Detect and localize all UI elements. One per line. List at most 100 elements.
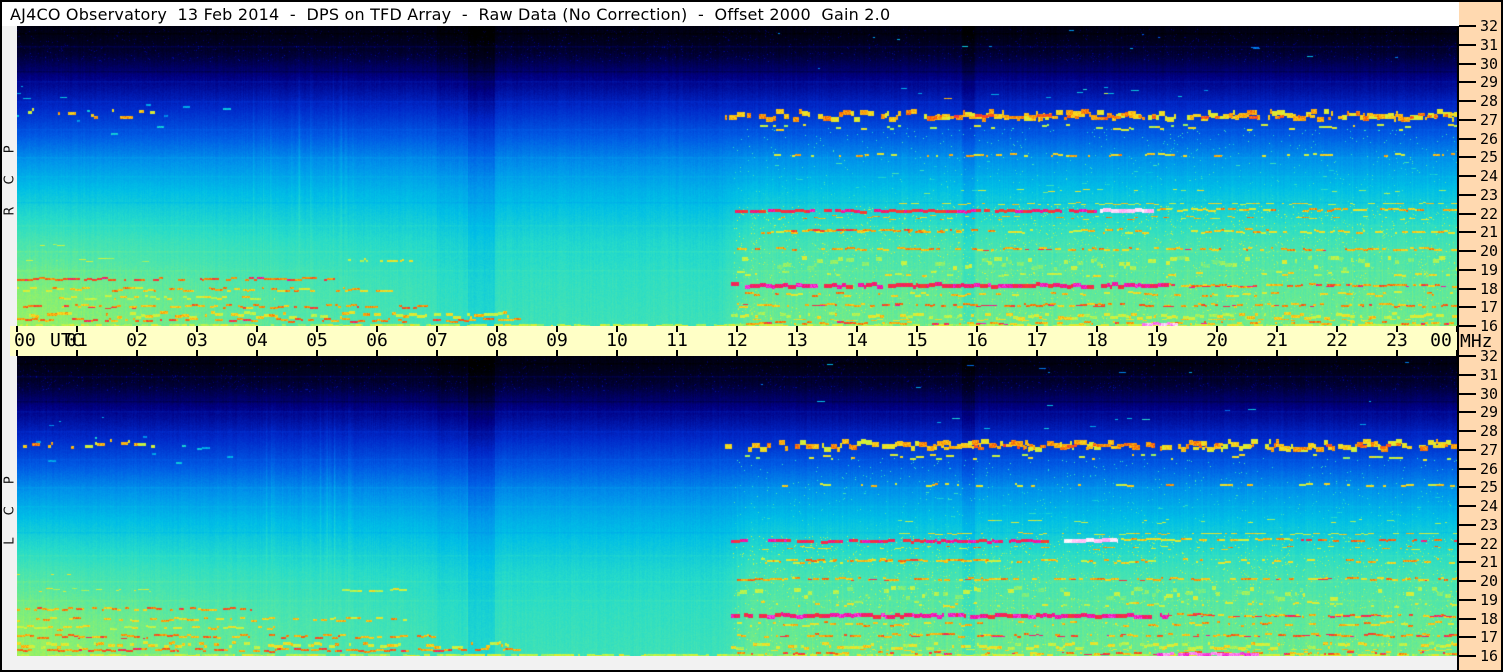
freq-label: 28 [1480, 92, 1499, 110]
freq-label: 24 [1480, 497, 1499, 515]
freq-label: 18 [1480, 279, 1499, 298]
title-bar: AJ4CO Observatory 13 Feb 2014 - DPS on T… [2, 2, 1459, 26]
hour-label: 02 [126, 330, 148, 351]
freq-tick [1459, 486, 1476, 489]
freq-label: 31 [1480, 35, 1499, 54]
freq-tick [1459, 580, 1476, 582]
hour-label: 17 [1026, 330, 1048, 351]
freq-tick [1459, 193, 1476, 196]
hour-label: 00 [14, 330, 36, 351]
freq-label: 17 [1480, 628, 1499, 647]
bottom-gutter [2, 656, 1457, 670]
freq-label: 24 [1480, 167, 1499, 185]
freq-label: 28 [1480, 422, 1499, 440]
freq-label: 25 [1480, 478, 1499, 497]
freq-label: 22 [1480, 204, 1499, 223]
hour-label: 06 [366, 330, 388, 351]
freq-label: 31 [1480, 365, 1499, 384]
hour-label: 23 [1386, 330, 1408, 351]
title-text: AJ4CO Observatory 13 Feb 2014 - DPS on T… [10, 5, 891, 24]
panel-label-rcp: R C P [2, 136, 18, 216]
freq-tick [1459, 430, 1476, 432]
freq-label: 21 [1480, 553, 1499, 572]
hour-label: 01 [66, 330, 88, 351]
spectrogram-panel-rcp [17, 26, 1457, 326]
freq-tick [1459, 523, 1476, 526]
hour-label: 09 [546, 330, 568, 351]
freq-label: 30 [1480, 54, 1499, 73]
panel-label-lcp: L C P [2, 467, 18, 545]
hour-label: 08 [486, 330, 508, 351]
hour-label: 04 [246, 330, 268, 351]
freq-label: 29 [1480, 403, 1499, 422]
freq-label: 19 [1480, 260, 1499, 279]
hour-label: 07 [426, 330, 448, 351]
freq-label: 26 [1480, 129, 1499, 148]
freq-label: 27 [1480, 440, 1499, 459]
freq-label: 20 [1480, 242, 1499, 260]
hour-label: 20 [1206, 330, 1228, 351]
freq-tick [1459, 156, 1476, 159]
freq-tick [1459, 118, 1476, 121]
freq-tick [1459, 636, 1476, 639]
spectrogram-panel-lcp [17, 356, 1457, 656]
freq-tick [1459, 448, 1476, 451]
freq-label: 25 [1480, 148, 1499, 167]
freq-tick [1459, 505, 1476, 507]
freq-label: 20 [1480, 572, 1499, 590]
freq-tick [1459, 81, 1476, 84]
freq-tick [1459, 250, 1476, 252]
time-axis: UTC 00 01 02 03 04 05 06 07 08 09 10 11 12 13 14 15 16 17… [10, 326, 1458, 356]
hour-label: 10 [606, 330, 628, 351]
freq-label: 18 [1480, 609, 1499, 628]
freq-label: 21 [1480, 223, 1499, 242]
hour-label: 15 [906, 330, 928, 351]
freq-tick [1459, 25, 1476, 27]
freq-label: 30 [1480, 384, 1499, 403]
freq-label: 17 [1480, 298, 1499, 317]
freq-tick [1459, 137, 1476, 140]
freq-tick [1459, 392, 1476, 395]
freq-tick [1459, 373, 1476, 376]
freq-tick [1459, 542, 1476, 545]
freq-tick [1459, 561, 1476, 564]
hour-label: 13 [786, 330, 808, 351]
hour-label: 03 [186, 330, 208, 351]
hour-label: 05 [306, 330, 328, 351]
freq-label: 29 [1480, 73, 1499, 92]
freq-label: 16 [1480, 317, 1499, 335]
frequency-scale: MHz 32 31 30 29 28 27 26 25 24 23 22 21 20 19 18 17 16 32… [1459, 2, 1501, 670]
freq-label: 16 [1480, 647, 1499, 665]
freq-tick [1459, 355, 1476, 357]
freq-tick [1459, 287, 1476, 290]
freq-label: 19 [1480, 590, 1499, 609]
freq-label: 22 [1480, 534, 1499, 553]
freq-tick [1459, 43, 1476, 46]
hour-label: 21 [1266, 330, 1288, 351]
hour-label: 22 [1326, 330, 1348, 351]
hour-label: 16 [966, 330, 988, 351]
freq-tick [1459, 62, 1476, 65]
freq-tick [1459, 231, 1476, 234]
freq-label: 26 [1480, 459, 1499, 478]
freq-label: 27 [1480, 110, 1499, 129]
hour-label: 12 [726, 330, 748, 351]
freq-label: 23 [1480, 515, 1499, 534]
freq-tick [1459, 655, 1476, 657]
freq-tick [1459, 268, 1476, 271]
freq-label: 32 [1480, 347, 1499, 365]
freq-label: 23 [1480, 185, 1499, 204]
freq-tick [1459, 175, 1476, 177]
hour-label: 11 [666, 330, 688, 351]
spectrograph-window: AJ4CO Observatory 13 Feb 2014 - DPS on T… [0, 0, 1503, 672]
freq-tick [1459, 617, 1476, 620]
freq-label: 32 [1480, 17, 1499, 35]
hour-label: 00 [1430, 330, 1452, 351]
freq-tick [1459, 467, 1476, 470]
freq-tick [1459, 306, 1476, 309]
hour-label: 18 [1086, 330, 1108, 351]
freq-tick [1459, 325, 1476, 327]
hour-label: 14 [846, 330, 868, 351]
freq-tick [1459, 411, 1476, 414]
freq-tick [1459, 212, 1476, 215]
